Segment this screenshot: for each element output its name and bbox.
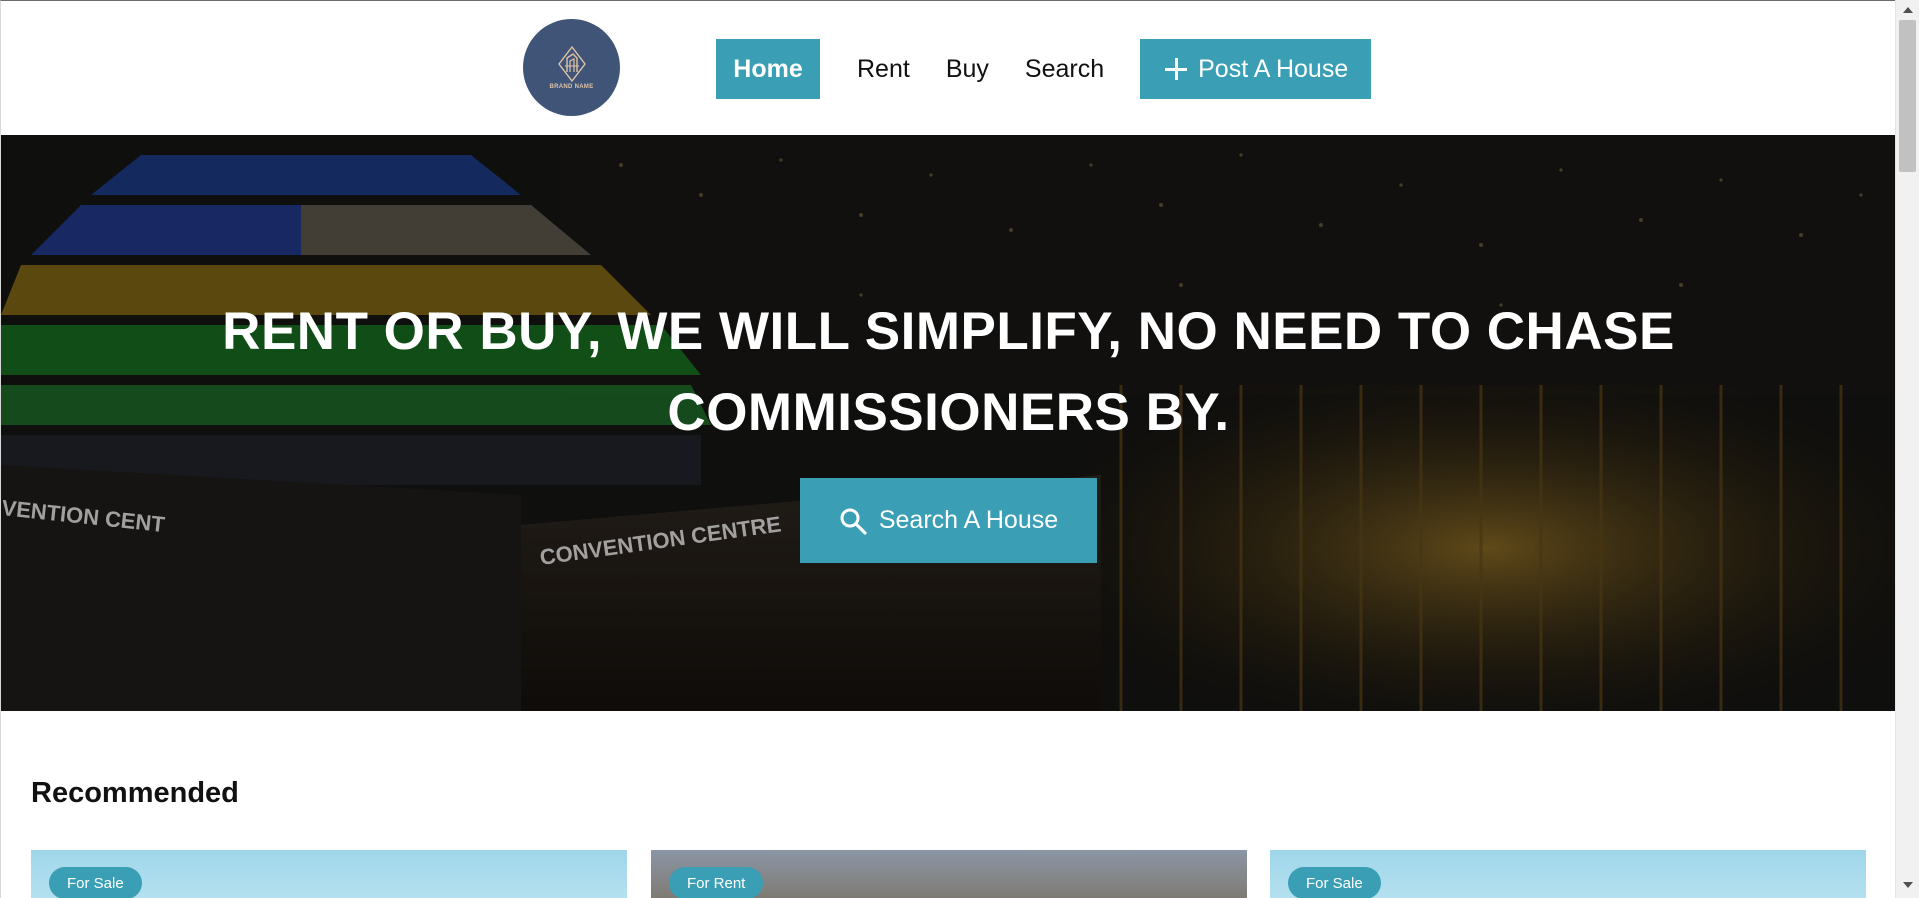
nav-buy[interactable]: Buy bbox=[946, 39, 989, 99]
hero-title-line-1: RENT OR BUY, WE WILL SIMPLIFY, NO NEED T… bbox=[222, 302, 1675, 361]
brand-logo-text: BRAND NAME bbox=[549, 83, 594, 90]
brand-logo[interactable]: BRAND NAME bbox=[523, 19, 620, 116]
hero-title-line-2: COMMISSIONERS BY. bbox=[667, 383, 1230, 442]
hero-section: VENTION CENT CONVENTION CENTRE RENT OR B… bbox=[1, 135, 1895, 711]
scroll-up-arrow-icon[interactable] bbox=[1903, 7, 1913, 13]
search-a-house-button[interactable]: Search A House bbox=[800, 478, 1097, 563]
plus-icon bbox=[1164, 57, 1188, 81]
property-card[interactable]: For Sale bbox=[1270, 850, 1866, 898]
vertical-scrollbar[interactable] bbox=[1895, 0, 1919, 898]
nav-home[interactable]: Home bbox=[716, 39, 820, 99]
status-badge: For Sale bbox=[1288, 867, 1381, 898]
scroll-down-arrow-icon[interactable] bbox=[1903, 882, 1913, 888]
hero-title: RENT OR BUY, WE WILL SIMPLIFY, NO NEED T… bbox=[1, 291, 1895, 453]
main-nav: Home Rent Buy Search Post A House bbox=[716, 39, 1372, 99]
post-a-house-button[interactable]: Post A House bbox=[1140, 39, 1372, 99]
brand-logo-icon bbox=[557, 45, 586, 82]
nav-search[interactable]: Search bbox=[1025, 39, 1104, 99]
status-badge: For Sale bbox=[49, 867, 142, 898]
status-badge: For Rent bbox=[669, 867, 764, 898]
post-a-house-label: Post A House bbox=[1198, 54, 1349, 83]
page: BRAND NAME Home Rent Buy Search Post A H… bbox=[0, 0, 1895, 898]
recommended-heading: Recommended bbox=[31, 777, 239, 809]
search-icon bbox=[840, 508, 867, 535]
property-card[interactable]: For Sale bbox=[31, 850, 627, 898]
site-header: BRAND NAME Home Rent Buy Search Post A H… bbox=[1, 1, 1895, 135]
property-card[interactable]: For Rent bbox=[651, 850, 1247, 898]
recommended-cards: For Sale For Rent For Sale bbox=[31, 850, 1866, 898]
scrollbar-thumb[interactable] bbox=[1899, 20, 1916, 172]
nav-rent[interactable]: Rent bbox=[857, 39, 910, 99]
search-a-house-label: Search A House bbox=[878, 506, 1059, 534]
